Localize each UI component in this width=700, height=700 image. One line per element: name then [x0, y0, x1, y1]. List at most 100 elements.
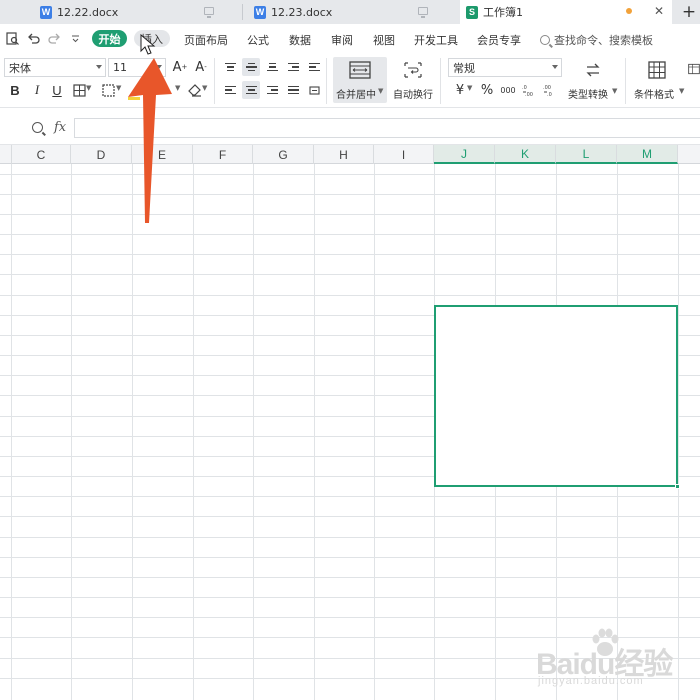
column-header-selected[interactable]: J: [434, 145, 495, 164]
pin-window-icon[interactable]: [418, 7, 428, 18]
grid-line: [0, 537, 700, 538]
grid-line: [0, 496, 700, 497]
selected-range[interactable]: [434, 305, 680, 489]
print-preview-icon[interactable]: [5, 31, 19, 45]
conditional-format-label: 条件格式: [634, 90, 674, 101]
close-tab-icon[interactable]: ✕: [654, 4, 664, 18]
chevron-down-icon[interactable]: ▼: [202, 84, 207, 92]
justify-icon[interactable]: [284, 81, 302, 99]
font-size-select[interactable]: 11: [108, 58, 166, 77]
grid-line: [0, 516, 700, 517]
ribbon-menu-row: 开始 插入 页面布局 公式 数据 审阅 视图 开发工具 会员专享 查找命令、搜索…: [0, 24, 700, 54]
word-file-icon: W: [40, 5, 52, 19]
table-style-icon[interactable]: [688, 60, 700, 78]
column-header[interactable]: C: [12, 145, 71, 164]
zoom-icon[interactable]: [32, 122, 43, 133]
tab-start[interactable]: 开始: [92, 30, 127, 47]
command-search-placeholder: 查找命令、搜索模板: [554, 34, 653, 47]
column-header[interactable]: F: [193, 145, 253, 164]
doc-tab-label: 12.23.docx: [271, 5, 333, 19]
svg-text:.0: .0: [547, 92, 552, 97]
bold-button[interactable]: B: [6, 81, 24, 99]
search-icon: [540, 35, 550, 45]
doc-tab-1[interactable]: W 12.22.docx: [34, 0, 242, 24]
column-header-selected[interactable]: M: [617, 145, 678, 164]
align-left-icon[interactable]: [221, 81, 239, 99]
chevron-down-icon[interactable]: ▼: [86, 84, 91, 92]
fill-handle[interactable]: [675, 484, 680, 489]
row-header-corner[interactable]: [0, 145, 12, 164]
formula-input[interactable]: [74, 118, 700, 138]
svg-text:.00: .00: [543, 85, 551, 91]
merge-center-button[interactable]: 合并居中 ▼: [333, 57, 387, 103]
customize-quick-access-icon[interactable]: [68, 31, 82, 45]
group-separator: [440, 58, 441, 104]
redo-icon[interactable]: [47, 31, 61, 45]
align-center-icon[interactable]: [242, 81, 260, 99]
chevron-down-icon[interactable]: ▼: [116, 84, 121, 92]
tab-member[interactable]: 会员专享: [477, 32, 521, 48]
spreadsheet-grid[interactable]: C D E F G H I J K L M: [0, 144, 700, 700]
chevron-down-icon: [96, 65, 102, 69]
chevron-down-icon[interactable]: ▼: [175, 84, 180, 92]
column-headers: C D E F G H I J K L M: [0, 144, 700, 164]
tab-data[interactable]: 数据: [289, 32, 311, 48]
doc-tab-3-active[interactable]: S 工作簿1 ✕: [460, 0, 672, 24]
increase-font-icon[interactable]: A +: [171, 58, 189, 76]
grid-line: [71, 164, 72, 700]
fill-color-swatch: [128, 97, 140, 100]
grid-line: [0, 214, 700, 215]
number-format-select[interactable]: 常规: [448, 58, 562, 77]
column-header-selected[interactable]: K: [495, 145, 556, 164]
underline-button[interactable]: U: [48, 81, 66, 99]
increase-indent-icon[interactable]: [305, 58, 323, 76]
percent-button[interactable]: %: [478, 81, 496, 99]
undo-icon[interactable]: [26, 31, 40, 45]
spreadsheet-file-icon: S: [466, 5, 478, 19]
align-right-icon[interactable]: [263, 81, 281, 99]
wrap-text-button[interactable]: 自动换行: [391, 57, 437, 103]
tab-page-layout[interactable]: 页面布局: [184, 32, 228, 48]
ribbon-toolbar: 宋体 11 A + A- B I U ▼ ▼ ▼ ▼ 合并居中 ▼ 自动换行 常…: [0, 54, 700, 108]
chevron-down-icon[interactable]: ▼: [467, 84, 472, 92]
distributed-align-icon[interactable]: [305, 81, 323, 99]
tab-view[interactable]: 视图: [373, 32, 395, 48]
grid-line: [253, 164, 254, 700]
cell-style-icon[interactable]: [99, 81, 117, 99]
cell-area[interactable]: [0, 164, 700, 700]
font-size-value: 11: [113, 61, 127, 74]
decrease-indent-icon[interactable]: [284, 58, 302, 76]
tab-developer[interactable]: 开发工具: [414, 32, 458, 48]
column-header[interactable]: G: [253, 145, 314, 164]
tab-review[interactable]: 审阅: [331, 32, 353, 48]
align-top-icon[interactable]: [221, 58, 239, 76]
column-header[interactable]: D: [71, 145, 132, 164]
chevron-down-icon: [156, 65, 162, 69]
command-search[interactable]: 查找命令、搜索模板: [540, 32, 653, 48]
align-bottom-icon[interactable]: [263, 58, 281, 76]
thousands-separator-button[interactable]: 000: [499, 81, 517, 99]
new-tab-button[interactable]: +: [678, 0, 700, 24]
doc-tab-2[interactable]: W 12.23.docx: [248, 0, 456, 24]
column-header[interactable]: E: [132, 145, 193, 164]
font-name-select[interactable]: 宋体: [4, 58, 106, 77]
tab-divider: [242, 4, 243, 20]
grid-line: [132, 164, 133, 700]
italic-button[interactable]: I: [28, 81, 46, 99]
doc-tab-label: 12.22.docx: [57, 5, 119, 19]
increase-decimal-icon[interactable]: .0.00: [520, 81, 538, 99]
pin-window-icon[interactable]: [204, 7, 214, 18]
tab-insert[interactable]: 插入: [134, 30, 170, 47]
conditional-format-button[interactable]: 条件格式 ▼: [630, 57, 686, 103]
tab-formulas[interactable]: 公式: [247, 32, 269, 48]
type-convert-button[interactable]: 类型转换 ▼: [566, 57, 620, 103]
column-header-selected[interactable]: L: [556, 145, 617, 164]
column-header[interactable]: I: [374, 145, 434, 164]
decrease-decimal-icon[interactable]: .00.0: [541, 81, 559, 99]
column-header[interactable]: H: [314, 145, 374, 164]
insert-function-button[interactable]: fx: [54, 120, 66, 135]
convert-icon: [586, 63, 600, 77]
align-middle-icon[interactable]: [242, 58, 260, 76]
decrease-font-icon[interactable]: A-: [192, 58, 210, 76]
word-file-icon: W: [254, 5, 266, 19]
